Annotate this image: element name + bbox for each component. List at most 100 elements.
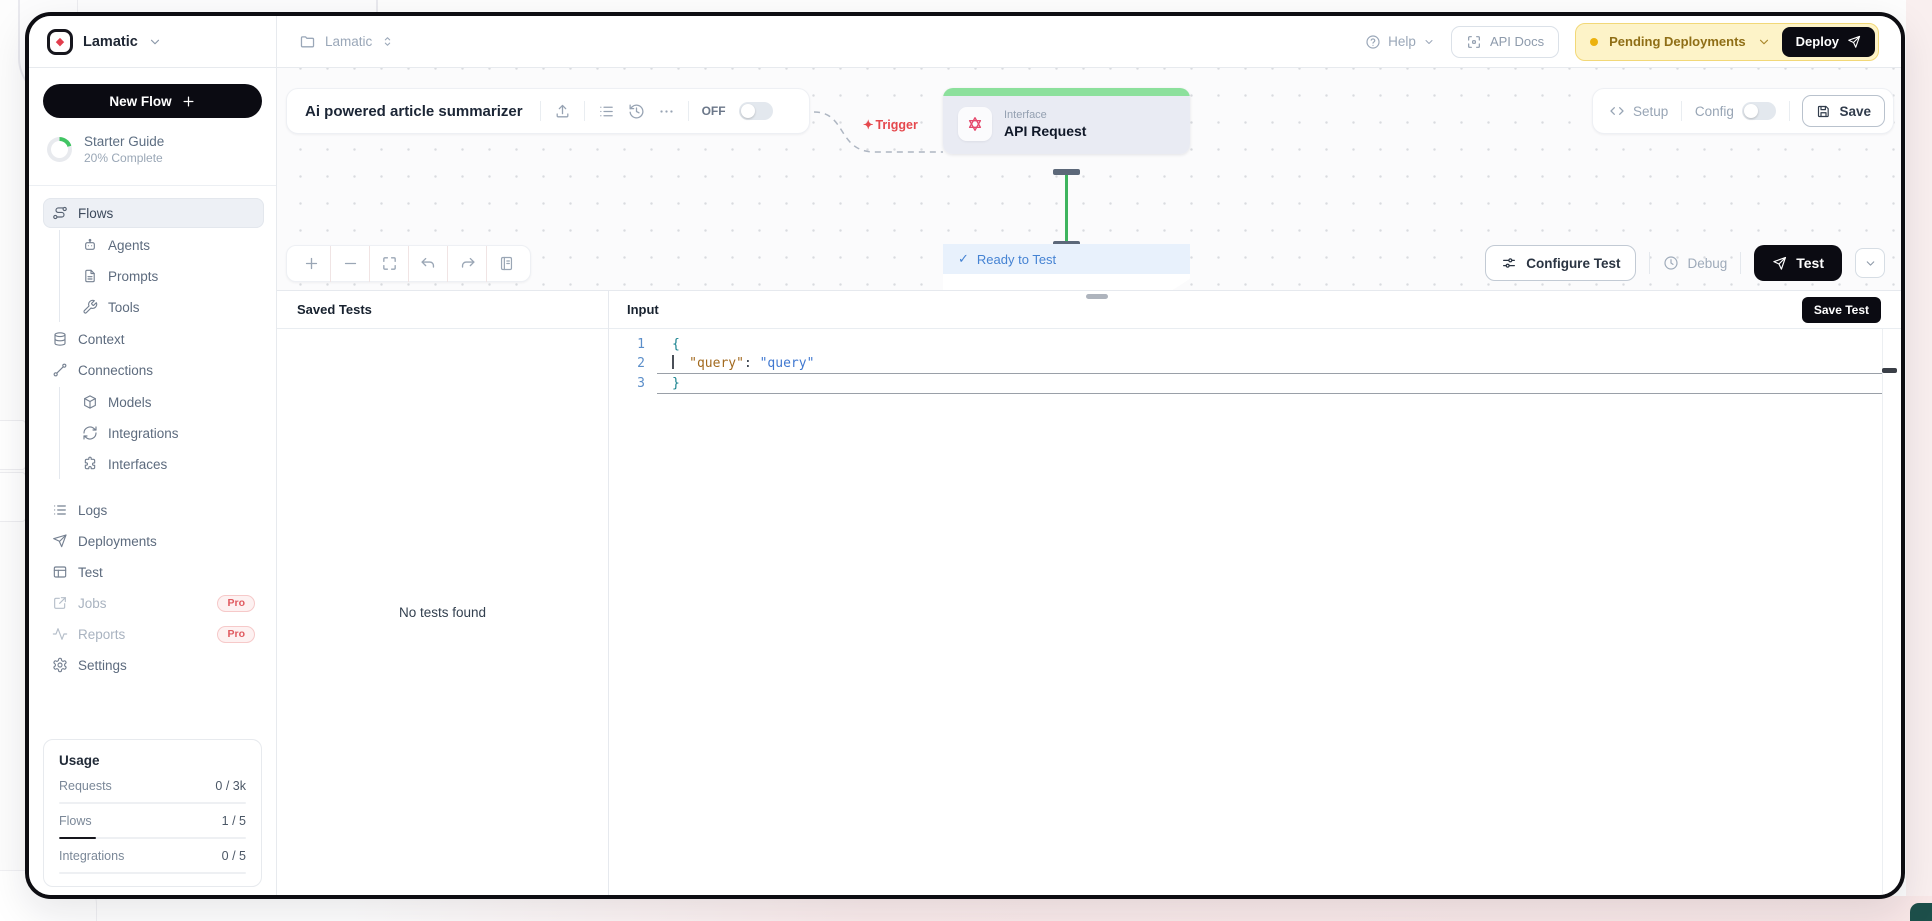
connector-handle-top[interactable] (1053, 169, 1080, 175)
agents-icon (82, 237, 98, 253)
save-button[interactable]: Save (1802, 95, 1885, 127)
sidebar-item-deployments[interactable]: Deployments (43, 526, 264, 556)
new-flow-button[interactable]: New Flow (43, 84, 262, 118)
code-line[interactable]: 2 "query": "query" (609, 354, 1901, 374)
notes-button[interactable] (487, 246, 525, 281)
editor-scrollbar-thumb[interactable] (1882, 368, 1897, 373)
config-label: Config (1695, 104, 1734, 119)
usage-row: Requests0 / 3k (59, 779, 246, 804)
sidebar-item-tools[interactable]: Tools (73, 292, 264, 322)
sidebar-item-label: Jobs (78, 596, 107, 611)
input-title: Input (627, 302, 659, 317)
config-toggle-group: Config (1695, 102, 1776, 120)
test-panel: Saved Tests No tests found Input Save Te… (277, 290, 1901, 895)
sidebar-item-models[interactable]: Models (73, 387, 264, 417)
code-content: { (657, 335, 1883, 354)
sidebar-item-label: Logs (78, 503, 107, 518)
input-code-editor[interactable]: 1{2 "query": "query"3} (609, 329, 1901, 394)
sidebar-item-reports[interactable]: Reports Pro (43, 619, 264, 649)
background-bottom-strip (0, 896, 1932, 921)
setup-button[interactable]: Setup (1609, 103, 1668, 119)
config-toggle[interactable] (1742, 102, 1776, 120)
models-icon (82, 394, 98, 410)
test-button[interactable]: Test (1754, 245, 1842, 281)
saved-tests-section: Saved Tests No tests found (277, 291, 609, 895)
sidebar-item-interfaces[interactable]: Interfaces (73, 449, 264, 479)
undo-button[interactable] (409, 246, 447, 281)
fit-view-button[interactable] (370, 246, 408, 281)
sidebar-item-connections[interactable]: Connections (43, 355, 264, 385)
usage-title: Usage (59, 753, 246, 768)
sidebar-item-label: Reports (78, 627, 125, 642)
starter-guide[interactable]: Starter Guide 20% Complete (47, 134, 258, 165)
sidebar-item-flows[interactable]: Flows (43, 198, 264, 228)
list-icon[interactable] (598, 103, 615, 120)
pro-badge: Pro (217, 626, 255, 643)
save-test-button[interactable]: Save Test (1802, 297, 1881, 323)
api-request-node[interactable]: Interface API Request (943, 88, 1190, 154)
nav-spacer (43, 481, 264, 495)
input-header: Input Save Test (609, 291, 1901, 329)
history-icon[interactable] (628, 103, 645, 120)
usage-label: Flows (59, 814, 92, 828)
chevron-down-icon[interactable] (148, 35, 162, 49)
usage-row: Integrations 0 / 5 (59, 849, 246, 874)
starter-guide-progress: 20% Complete (84, 151, 164, 165)
api-docs-icon (1466, 34, 1482, 50)
sidebar-item-logs[interactable]: Logs (43, 495, 264, 525)
configure-test-button[interactable]: Configure Test (1485, 245, 1636, 281)
redo-button[interactable] (448, 246, 486, 281)
configure-test-label: Configure Test (1526, 256, 1620, 271)
sidebar-header[interactable]: ◆ Lamatic (29, 16, 276, 68)
sidebar-subgroup: ModelsIntegrationsInterfaces (59, 387, 264, 479)
deploy-label: Deploy (1796, 34, 1839, 49)
sidebar-item-label: Agents (108, 238, 150, 253)
chevrons-up-down-icon (381, 35, 394, 48)
test-options-button[interactable] (1855, 248, 1885, 278)
divider (1740, 252, 1741, 274)
share-icon[interactable] (554, 103, 571, 120)
workspace-switcher[interactable]: Lamatic (299, 33, 394, 50)
reports-icon (52, 626, 68, 642)
flow-canvas[interactable]: Ai powered article summarizer (277, 68, 1901, 290)
more-icon[interactable] (658, 103, 675, 120)
editor-scrollbar-track[interactable] (1882, 329, 1883, 895)
debug-button[interactable]: Debug (1663, 255, 1727, 271)
brand-name: Lamatic (83, 34, 138, 50)
sidebar-item-settings[interactable]: Settings (43, 650, 264, 680)
sidebar-item-prompts[interactable]: Prompts (73, 261, 264, 291)
ready-to-test-label: Ready to Test (977, 252, 1056, 267)
usage-progress-bar (59, 802, 246, 804)
usage-value: 0 / 5 (222, 849, 246, 863)
zoom-in-button[interactable] (292, 246, 330, 281)
usage-label: Requests (59, 779, 112, 793)
zoom-out-button[interactable] (331, 246, 369, 281)
usage-label: Integrations (59, 849, 124, 863)
context-icon (52, 331, 68, 347)
debug-label: Debug (1687, 256, 1727, 271)
sidebar-item-test[interactable]: Test (43, 557, 264, 587)
help-menu[interactable]: Help (1365, 34, 1435, 50)
chevron-down-icon[interactable] (1757, 35, 1771, 49)
code-line[interactable]: 1{ (609, 335, 1901, 354)
code-content: "query": "query" (657, 354, 1883, 374)
api-docs-label: API Docs (1490, 34, 1544, 49)
sidebar-item-integrations[interactable]: Integrations (73, 418, 264, 448)
sidebar-item-context[interactable]: Context (43, 324, 264, 354)
tools-icon (82, 299, 98, 315)
node-category: Interface (1004, 109, 1086, 121)
flow-enable-toggle[interactable] (739, 102, 773, 120)
plus-icon (181, 94, 196, 109)
new-flow-label: New Flow (109, 94, 171, 109)
setup-label: Setup (1633, 104, 1668, 119)
sidebar-item-agents[interactable]: Agents (73, 230, 264, 260)
progress-ring-icon (47, 137, 72, 162)
jobs-icon (52, 595, 68, 611)
deploy-button[interactable]: Deploy (1782, 27, 1875, 57)
sidebar-nav: Flows Agents PromptsToolsContextConnection… (29, 198, 276, 681)
api-docs-button[interactable]: API Docs (1451, 26, 1559, 58)
code-line[interactable]: 3} (609, 374, 1901, 394)
sidebar-item-jobs[interactable]: JobsPro (43, 588, 264, 618)
workspace-name: Lamatic (325, 34, 372, 49)
code-content: } (657, 374, 1883, 394)
